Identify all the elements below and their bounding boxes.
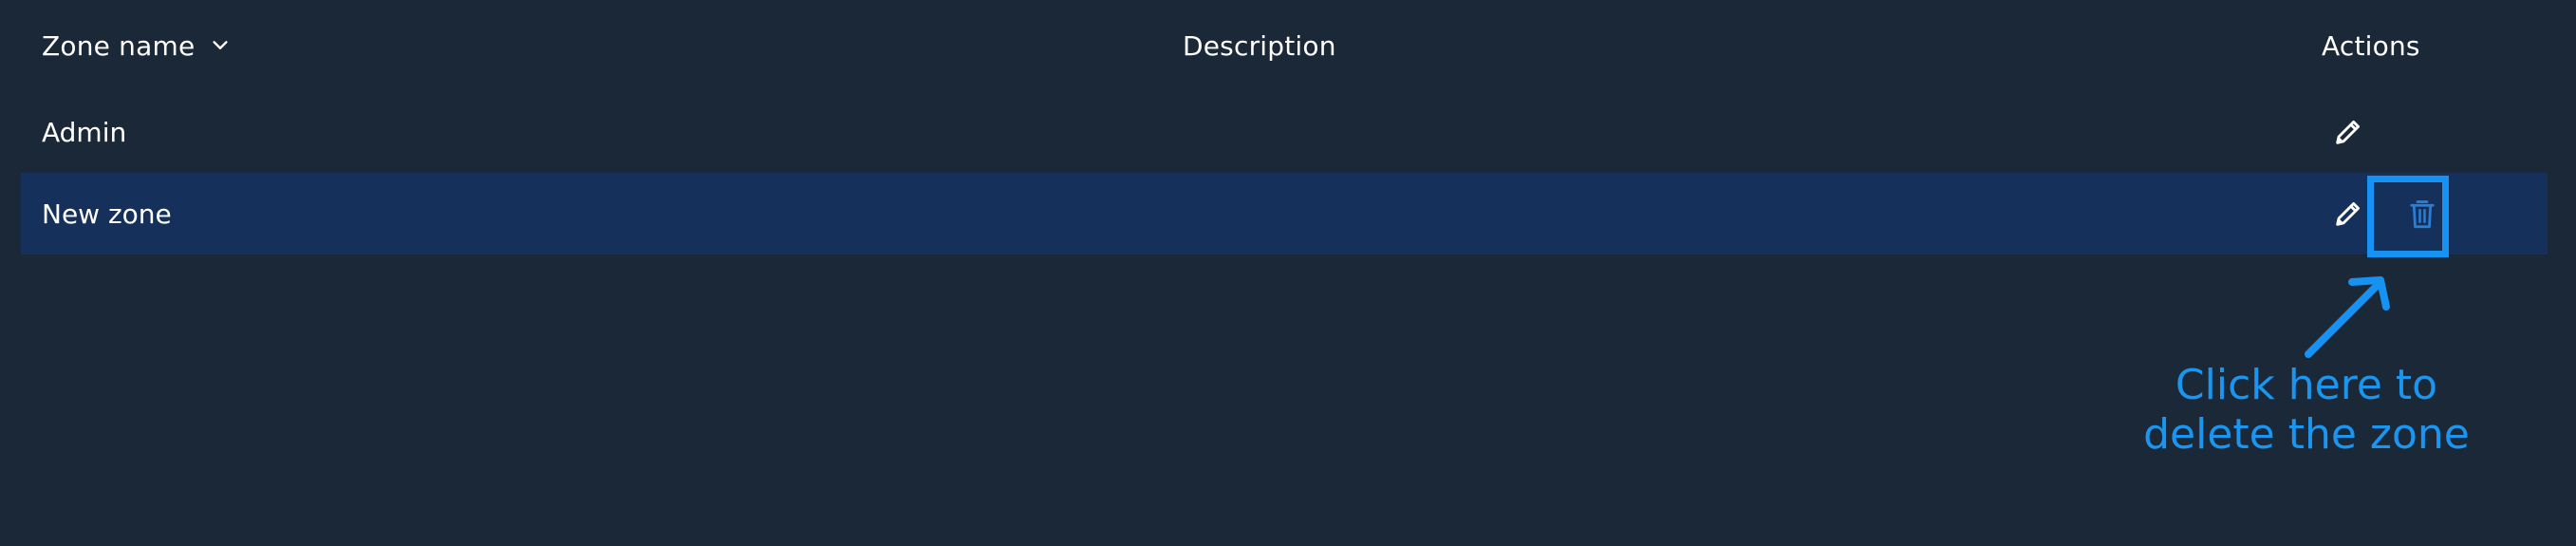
edit-button[interactable] — [2327, 193, 2369, 235]
annotation-line-1: Click here to — [2175, 361, 2438, 409]
pencil-icon — [2336, 120, 2361, 144]
actions-header-label: Actions — [2322, 29, 2420, 62]
pencil-icon — [2336, 201, 2361, 226]
actions-column-header: Actions — [2322, 0, 2420, 91]
description-column-header: Description — [1183, 0, 1336, 91]
table-row[interactable]: Admin — [21, 91, 2548, 173]
annotation-line-2: delete the zone — [2143, 410, 2470, 459]
actions-cell — [2322, 91, 2369, 173]
zone-name-column-header: Zone name — [42, 0, 231, 91]
edit-button[interactable] — [2327, 111, 2369, 153]
zones-page: Zone name Description Actions Admin New … — [0, 0, 2576, 546]
zone-name-text: New zone — [42, 198, 172, 230]
table-header-row: Zone name Description Actions — [21, 0, 2548, 91]
table-row-selected[interactable]: New zone — [21, 173, 2548, 254]
zones-table: Zone name Description Actions Admin New … — [21, 0, 2548, 254]
description-header-label: Description — [1183, 29, 1336, 62]
chevron-down-icon — [213, 41, 229, 49]
annotation-arrow-icon — [2305, 276, 2390, 358]
delete-highlight-box — [2367, 176, 2449, 257]
annotation-text: Click here to delete the zone — [2112, 361, 2501, 460]
zone-name-text: Admin — [42, 116, 127, 148]
zone-name-cell: Admin — [42, 91, 126, 173]
zone-name-cell: New zone — [42, 173, 172, 254]
zone-name-sort-button[interactable]: Zone name — [42, 30, 231, 62]
zone-name-header-label: Zone name — [42, 29, 196, 62]
